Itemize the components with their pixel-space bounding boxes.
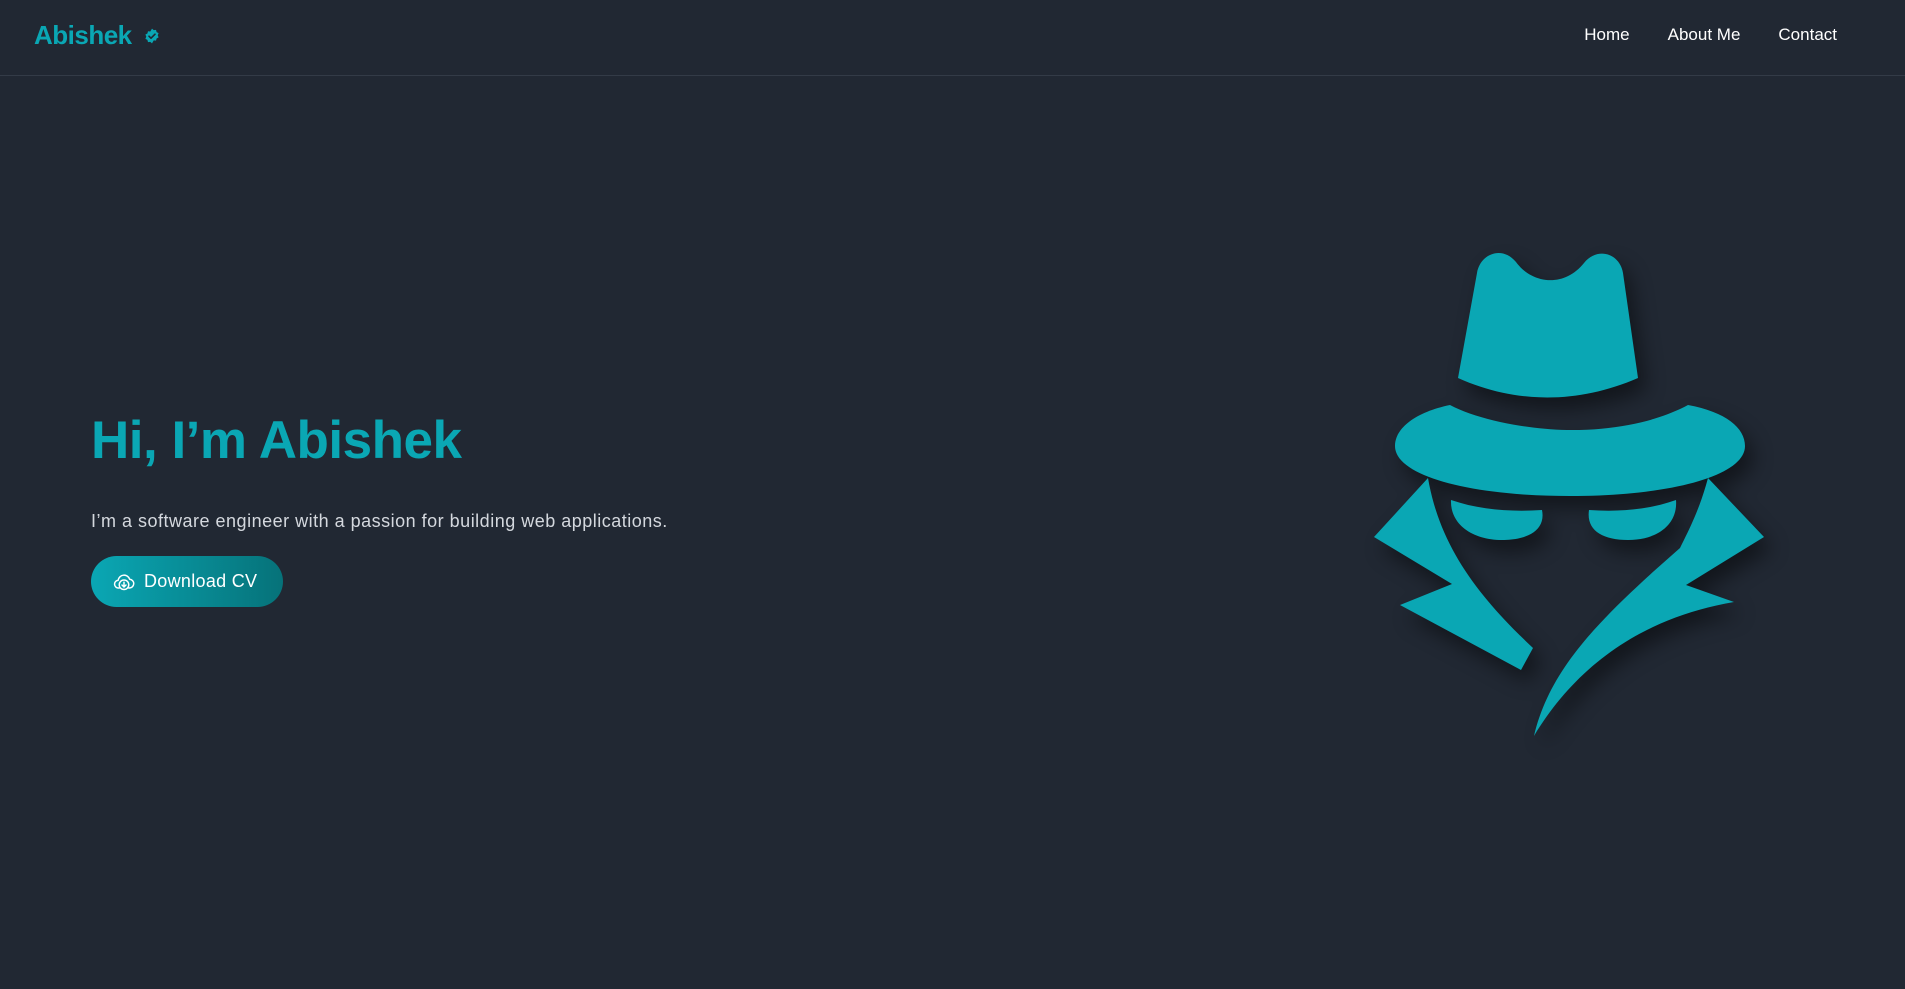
spy-hat-crown	[1458, 252, 1638, 398]
verified-badge-icon	[145, 28, 159, 43]
nav-menu: Home About Me Contact	[1584, 25, 1837, 45]
hero-section: Hi, I’m Abishek I’m a software engineer …	[91, 410, 891, 607]
hero-title: Hi, I’m Abishek	[91, 411, 462, 470]
hero-subtitle: I’m a software engineer with a passion f…	[91, 511, 668, 531]
download-cv-button[interactable]: Download CV	[91, 556, 284, 607]
brand-logo[interactable]: Abishek	[34, 20, 160, 51]
spy-left-lens	[1450, 500, 1543, 540]
spy-icon	[1374, 252, 1764, 736]
spy-right-lens	[1588, 500, 1677, 540]
navbar: Abishek Home About Me Contact	[0, 0, 1905, 76]
spy-hat-brim	[1395, 405, 1745, 496]
nav-link-about-me[interactable]: About Me	[1668, 25, 1741, 45]
download-cv-label: Download CV	[144, 571, 258, 591]
brand-name: Abishek	[34, 20, 132, 50]
cloud-download-icon	[113, 573, 135, 590]
nav-link-contact[interactable]: Contact	[1778, 25, 1837, 45]
nav-link-home[interactable]: Home	[1584, 25, 1629, 45]
